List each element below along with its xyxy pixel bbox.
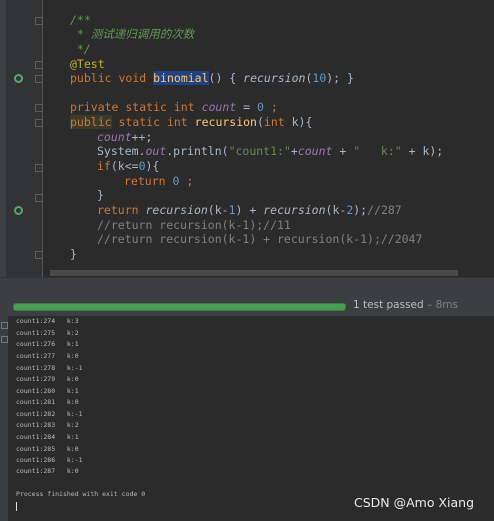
editor-gutter (6, 0, 43, 277)
test-status-text: 1 test passed (353, 299, 424, 311)
console-line: count1:276 k:1 (16, 340, 79, 348)
console-tool-icon[interactable] (1, 322, 8, 329)
console-line: count1:284 k:1 (16, 433, 79, 441)
console-tool-icon[interactable] (1, 336, 8, 343)
console-line: count1:280 k:1 (16, 387, 79, 395)
test-status: 1 test passed – 8ms (353, 299, 458, 311)
fold-marker[interactable] (35, 119, 43, 127)
code-line: * 测试递归调用的次数 (70, 27, 195, 41)
fold-marker[interactable] (35, 61, 43, 69)
fold-marker[interactable] (35, 164, 43, 172)
code-line: if(k<=0){ (97, 159, 160, 173)
console-caret (16, 502, 17, 511)
code-line: System.out.println("count1:"+count + " k… (97, 144, 444, 158)
horizontal-scrollbar[interactable] (50, 270, 458, 276)
console-line: count1:281 k:0 (16, 398, 79, 406)
fold-marker[interactable] (35, 104, 43, 112)
console-line: count1:285 k:0 (16, 445, 79, 453)
panel-splitter[interactable] (0, 277, 494, 295)
console-line: count1:283 k:2 (16, 421, 79, 429)
console-line: count1:282 k:-1 (16, 410, 83, 418)
fold-marker[interactable] (35, 194, 43, 202)
code-line: public static int recursion(int k){ (70, 115, 313, 129)
test-progress-bar (13, 303, 346, 311)
code-line: @Test (70, 57, 105, 71)
fold-marker[interactable] (35, 251, 43, 259)
code-line: return recursion(k-1) + recursion(k-2);/… (97, 203, 402, 217)
code-line: */ (70, 42, 91, 56)
watermark: CSDN @Amo Xiang (354, 495, 475, 510)
process-finished-line: Process finished with exit code 0 (16, 490, 146, 498)
code-line: return 0 ; (124, 174, 194, 188)
code-line: /** (70, 13, 91, 27)
console-line: count1:275 k:2 (16, 329, 79, 337)
code-line: //return recursion(k-1) + recursion(k-1)… (97, 232, 423, 246)
code-line: private static int count = 0 ; (70, 100, 278, 114)
code-line: } (97, 188, 104, 202)
console-line: count1:286 k:-1 (16, 456, 83, 464)
console-line: count1:278 k:-1 (16, 364, 83, 372)
code-editor[interactable]: /** * 测试递归调用的次数 */ @Test public void bin… (0, 0, 494, 277)
code-line: } (70, 247, 77, 261)
console-side-toolbar (0, 316, 8, 521)
fold-marker[interactable] (35, 75, 43, 83)
code-line: count++; (97, 130, 153, 144)
console-line: count1:279 k:0 (16, 375, 79, 383)
fold-marker[interactable] (35, 17, 43, 25)
code-line: //return recursion(k-1);//11 (97, 218, 291, 232)
console-line: count1:274 k:3 (16, 317, 79, 325)
run-test-icon[interactable] (14, 74, 23, 83)
console-line: count1:287 k:0 (16, 467, 79, 475)
test-duration: – 8ms (423, 299, 458, 311)
console-line: count1:277 k:0 (16, 352, 79, 360)
code-line: public void binomial() { recursion(10); … (70, 71, 354, 85)
recursive-call-icon (14, 206, 23, 215)
